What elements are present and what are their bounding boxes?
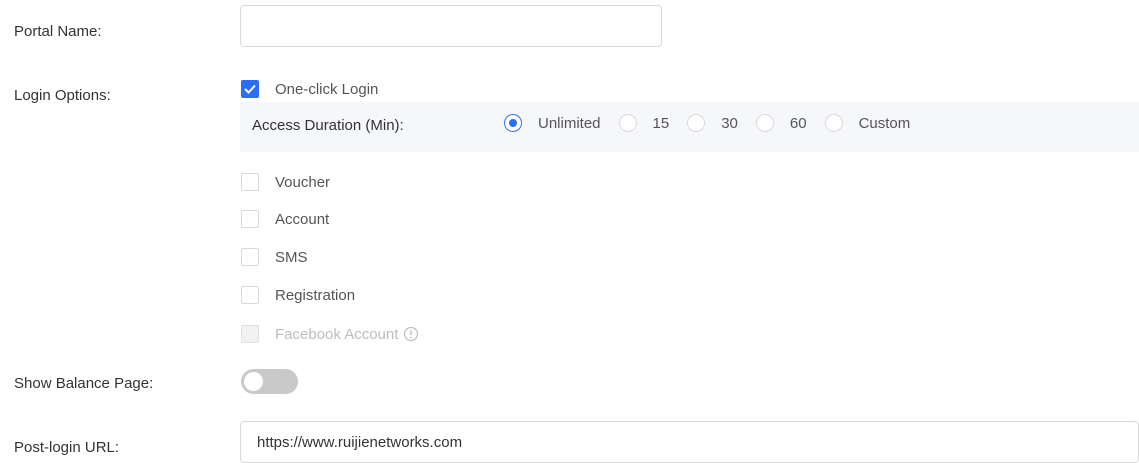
duration-radio-custom[interactable] <box>824 114 843 132</box>
duration-option-text: Unlimited <box>538 114 601 132</box>
balance-page-toggle[interactable] <box>241 369 298 394</box>
duration-option-custom[interactable]: Custom <box>824 114 911 132</box>
registration-option[interactable]: Registration <box>241 286 355 304</box>
duration-option-text: 60 <box>789 114 807 132</box>
checkmark-icon <box>244 84 256 94</box>
login-options-label: Login Options: <box>14 87 111 104</box>
portal-name-input[interactable] <box>240 5 662 47</box>
registration-checkbox[interactable] <box>241 286 259 304</box>
account-text: Account <box>275 210 330 228</box>
duration-option-text: 30 <box>721 114 738 132</box>
duration-radio-15[interactable] <box>618 114 637 132</box>
access-duration-panel: Access Duration (Min): Unlimited 15 30 6… <box>240 102 1139 152</box>
sms-checkbox[interactable] <box>241 248 259 266</box>
duration-option-text: Custom <box>858 114 911 132</box>
facebook-account-text: Facebook Account <box>275 325 399 343</box>
voucher-checkbox[interactable] <box>241 173 259 191</box>
voucher-option[interactable]: Voucher <box>241 173 330 191</box>
duration-option-unlimited[interactable]: Unlimited <box>504 114 601 132</box>
account-option[interactable]: Account <box>241 210 329 228</box>
post-login-url-input[interactable]: https://www.ruijienetworks.com <box>240 421 1139 463</box>
one-click-login-checkbox[interactable] <box>241 80 259 98</box>
one-click-login-text: One-click Login <box>275 80 379 98</box>
duration-radio-60[interactable] <box>755 114 774 132</box>
duration-option-15[interactable]: 15 <box>618 114 670 132</box>
balance-page-label: Show Balance Page: <box>14 375 154 392</box>
duration-option-30[interactable]: 30 <box>687 114 738 132</box>
registration-text: Registration <box>275 286 356 304</box>
facebook-account-checkbox <box>241 325 259 343</box>
duration-option-60[interactable]: 60 <box>755 114 807 132</box>
one-click-login-option[interactable]: One-click Login <box>241 80 378 98</box>
sms-text: SMS <box>275 248 308 266</box>
account-checkbox[interactable] <box>241 210 259 228</box>
access-duration-radio-group: Unlimited 15 30 60 Custom <box>504 114 928 132</box>
portal-name-label: Portal Name: <box>14 23 102 40</box>
duration-radio-30[interactable] <box>687 114 706 132</box>
sms-option[interactable]: SMS <box>241 248 308 266</box>
toggle-knob <box>244 372 263 391</box>
access-duration-label: Access Duration (Min): <box>252 117 404 134</box>
info-circle-icon[interactable] <box>403 326 419 342</box>
voucher-text: Voucher <box>275 173 331 191</box>
duration-option-text: 15 <box>652 114 670 132</box>
post-login-url-label: Post-login URL: <box>14 439 120 456</box>
facebook-account-option: Facebook Account <box>241 325 419 343</box>
duration-radio-unlimited[interactable] <box>504 114 522 132</box>
